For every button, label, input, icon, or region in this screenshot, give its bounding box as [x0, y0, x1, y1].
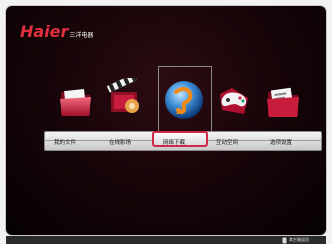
menu-item-settings[interactable]: 选项设置	[270, 138, 292, 146]
menu-item-my-files[interactable]: 我的文件	[54, 138, 76, 146]
menu-item-network-download[interactable]: 网络下载	[163, 138, 185, 146]
tv-frame: Haier 三洋电器 我的文件 在线影场 网络下载 互动空间 选项设置 其它键返…	[0, 0, 332, 244]
status-bar	[6, 236, 326, 244]
brand-logo: Haier 三洋电器	[20, 22, 93, 41]
globe-download-icon	[162, 78, 206, 126]
brand-subtitle: 三洋电器	[69, 32, 94, 39]
gamepad-icon	[214, 80, 254, 124]
clapperboard-icon	[105, 73, 145, 122]
menu-item-interactive-space[interactable]: 互动空间	[216, 138, 238, 146]
brand-name: Haier	[20, 22, 69, 41]
remote-key-icon	[282, 237, 287, 243]
settings-folder-icon	[264, 84, 302, 126]
menu-item-online-theater[interactable]: 在线影场	[109, 138, 131, 146]
screen: Haier 三洋电器 我的文件 在线影场 网络下载 互动空间 选项设置	[6, 6, 326, 235]
footer-hint-text: 其它键返回	[289, 237, 309, 242]
footer-hint: 其它键返回	[282, 236, 309, 244]
folder-icon	[58, 84, 94, 124]
